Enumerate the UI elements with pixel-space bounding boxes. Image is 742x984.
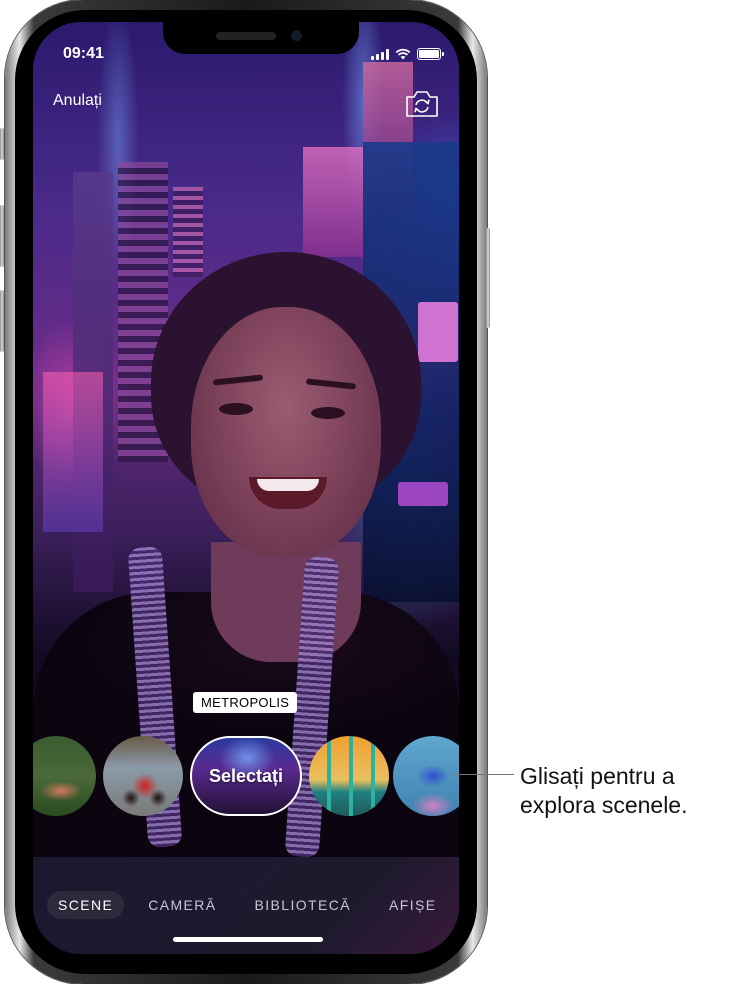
home-indicator[interactable] <box>173 937 323 942</box>
building <box>303 147 363 257</box>
scene-thumbnail-metropolis[interactable]: Selectați <box>190 736 302 816</box>
callout-line-2: explora scenele. <box>520 792 688 818</box>
scene-thumbnail-incredibles[interactable] <box>103 736 183 816</box>
eye <box>311 407 345 419</box>
mode-tab-bar: SCENE CAMERĂ BIBLIOTECĂ AFIȘE <box>33 857 459 954</box>
camera-flip-icon[interactable] <box>405 90 439 118</box>
callout-line-1: Glisați pentru a <box>520 763 675 789</box>
cancel-button[interactable]: Anulați <box>53 92 102 110</box>
screen: 09:41 Anulați METROPOLIS Selectați SCENE… <box>33 22 459 954</box>
scene-thumbnail-bridge[interactable] <box>309 736 389 816</box>
volume-up-button <box>0 205 4 267</box>
scene-name-label: METROPOLIS <box>193 692 298 713</box>
battery-icon <box>417 48 444 60</box>
eyebrow <box>212 374 264 386</box>
volume-down-button <box>0 290 4 352</box>
wifi-icon <box>395 48 411 60</box>
tabs: SCENE CAMERĂ BIBLIOTECĂ AFIȘE <box>47 891 459 919</box>
tab-library[interactable]: BIBLIOTECĂ <box>244 891 362 919</box>
tab-scene[interactable]: SCENE <box>47 891 125 919</box>
status-icons <box>371 48 444 60</box>
person <box>151 252 421 572</box>
silent-switch <box>0 128 4 160</box>
cellular-signal-icon <box>371 48 389 60</box>
eyebrow <box>305 378 357 390</box>
tab-posters[interactable]: AFIȘE <box>378 891 447 919</box>
status-time: 09:41 <box>63 45 104 62</box>
speaker-grille <box>216 32 276 40</box>
side-button <box>486 228 490 328</box>
neon-sign <box>43 372 103 532</box>
front-camera <box>291 30 302 41</box>
callout-line <box>452 774 514 775</box>
callout-text: Glisați pentru a explora scenele. <box>520 762 688 820</box>
tab-camera[interactable]: CAMERĂ <box>137 891 227 919</box>
select-scene-button[interactable]: Selectați <box>209 766 283 787</box>
eye <box>219 403 253 415</box>
person-face <box>191 307 381 557</box>
teeth <box>257 479 319 491</box>
neon-sign <box>418 302 458 362</box>
